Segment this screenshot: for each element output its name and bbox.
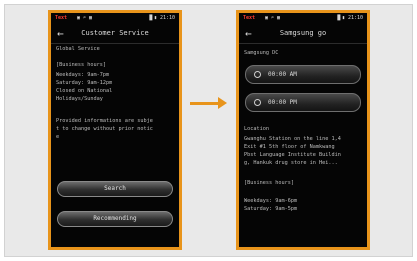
status-bar: Text ▣ ⌕ ▦ ▐▌▮ 21:10 xyxy=(239,13,367,25)
hours-line: Saturday: 9am-5pm xyxy=(244,206,298,212)
time-field-start[interactable]: 00:00 AM xyxy=(245,65,361,84)
carrier-label: Text xyxy=(243,15,256,21)
location-line: Pbst Language Institute Buildin xyxy=(244,152,341,158)
search-button[interactable]: Search xyxy=(57,181,173,197)
business-hours-header: [Business hours] xyxy=(56,62,106,68)
hours-line: Saturday: 9am-12pm xyxy=(56,80,113,86)
location-line: Exit #1 5th floor of Namkwang xyxy=(244,144,335,150)
clock-icon xyxy=(254,99,261,106)
status-time: ▐▌▮ 21:10 xyxy=(335,15,363,21)
time-field-end[interactable]: 00:00 PM xyxy=(245,93,361,112)
notice-line: t to change without prior notic xyxy=(56,126,153,132)
notice-line: Provided informations are subje xyxy=(56,118,153,124)
location-header: Location xyxy=(244,126,269,132)
time-value: 00:00 AM xyxy=(268,71,297,78)
status-time: ▐▌▮ 21:10 xyxy=(147,15,175,21)
hours-line: Weekdays: 9am-6pm xyxy=(244,198,298,204)
left-phone-screen: Text ▣ ⌕ ▦ ▐▌▮ 21:10 ← Customer Service … xyxy=(48,10,182,250)
location-line: g, Hankuk drug store in Hei... xyxy=(244,160,338,166)
title-bar: ← Customer Service xyxy=(51,25,179,44)
right-phone-screen: Text ▣ ⌕ ▦ ▐▌▮ 21:10 ← Samgsung go Samgs… xyxy=(236,10,370,250)
title-bar: ← Samgsung go xyxy=(239,25,367,44)
business-hours-header: [Business hours] xyxy=(244,180,294,186)
status-bar: Text ▣ ⌕ ▦ ▐▌▮ 21:10 xyxy=(51,13,179,25)
page-title: Customer Service xyxy=(81,29,149,37)
hours-line: Closed on National xyxy=(56,88,113,94)
top-text: Global Service xyxy=(56,46,100,52)
hours-line: Holidays/Sunday xyxy=(56,96,103,102)
notice-line: e xyxy=(56,134,60,140)
arrow-connector xyxy=(190,102,220,105)
carrier-label: Text xyxy=(55,15,68,21)
time-value: 00:00 PM xyxy=(268,99,297,106)
section-label: Samgsung DC xyxy=(244,50,279,56)
status-icons: ▣ ⌕ ▦ xyxy=(265,15,281,21)
status-icons: ▣ ⌕ ▦ xyxy=(77,15,93,21)
recommending-button[interactable]: Recommending xyxy=(57,211,173,227)
hours-line: Weekdays: 9am-7pm xyxy=(56,72,110,78)
page-title: Samgsung go xyxy=(279,29,327,37)
arrow-right-icon xyxy=(218,97,227,109)
location-line: Gwanghu Station on the line 1,4 xyxy=(244,136,341,142)
clock-icon xyxy=(254,71,261,78)
